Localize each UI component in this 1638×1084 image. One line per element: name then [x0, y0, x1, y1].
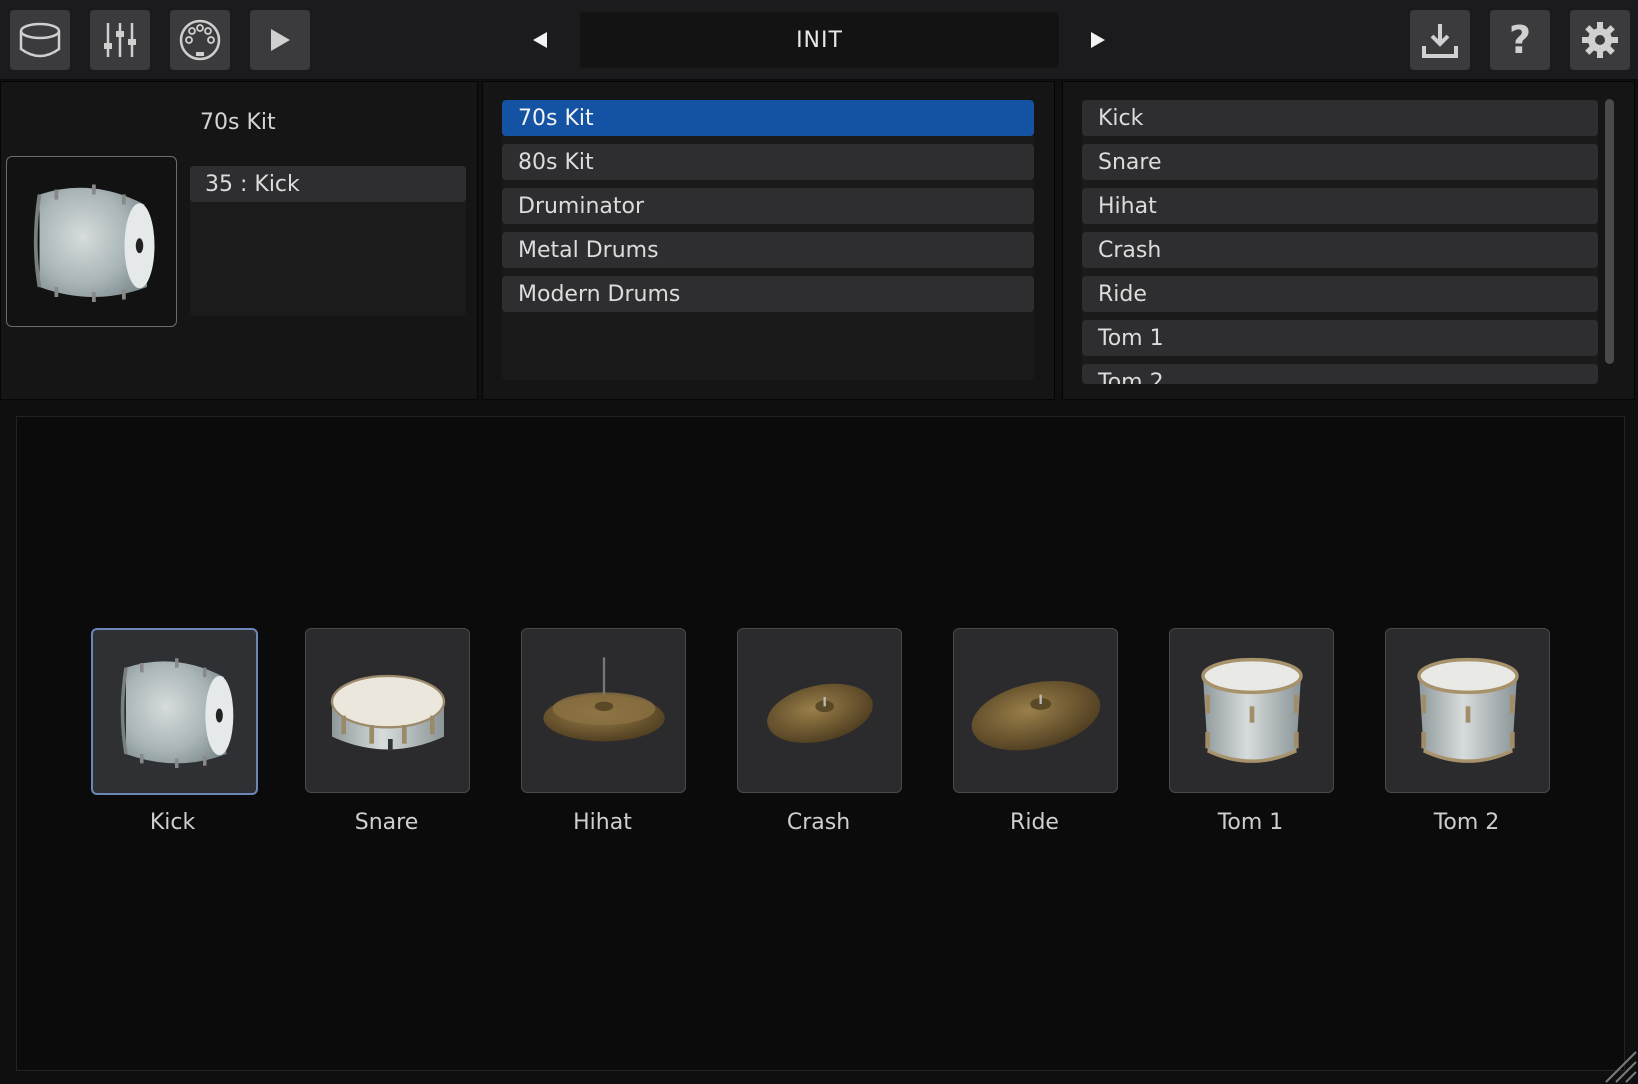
download-button[interactable] — [1410, 10, 1470, 70]
next-preset-button[interactable] — [1080, 22, 1116, 58]
drum-pad-label: Hihat — [573, 810, 632, 835]
snare-drum-image — [318, 641, 458, 781]
preset-name-display[interactable]: INIT — [580, 12, 1059, 68]
kit-list: 70s Kit 80s Kit Druminator Metal Drums M… — [502, 100, 1034, 380]
instrument-item-snare[interactable]: Snare — [1082, 144, 1598, 180]
help-button[interactable]: ? — [1490, 10, 1550, 70]
download-icon — [1422, 24, 1458, 58]
gear-icon — [1582, 22, 1618, 58]
play-button[interactable] — [250, 10, 310, 70]
tom-1-image — [1182, 641, 1322, 781]
kick-drum-image — [105, 642, 245, 782]
toolbar: INIT ? — [0, 0, 1638, 80]
drum-pad-hihat[interactable] — [521, 628, 686, 793]
instrument-list-scrollbar[interactable] — [1605, 99, 1614, 364]
kit-item-modern-drums[interactable]: Modern Drums — [502, 276, 1034, 312]
drum-pad-label: Tom 2 — [1433, 810, 1500, 835]
settings-button[interactable] — [1570, 10, 1630, 70]
drum-icon — [19, 22, 61, 58]
kit-item-70s-kit[interactable]: 70s Kit — [502, 100, 1034, 136]
play-icon — [271, 29, 290, 51]
selected-instrument-thumbnail — [6, 156, 177, 327]
note-mapping-list: 35 : Kick — [190, 166, 466, 316]
previous-preset-button[interactable] — [522, 22, 558, 58]
drum-pad-label: Ride — [1010, 810, 1059, 835]
instrument-item-hihat[interactable]: Hihat — [1082, 188, 1598, 224]
mixer-icon — [104, 23, 136, 57]
instrument-item-ride[interactable]: Ride — [1082, 276, 1598, 312]
kit-item-metal-drums[interactable]: Metal Drums — [502, 232, 1034, 268]
midi-icon — [179, 19, 221, 61]
drum-pad-label: Crash — [786, 810, 851, 835]
drum-pad-crash[interactable] — [737, 628, 902, 793]
kit-item-80s-kit[interactable]: 80s Kit — [502, 144, 1034, 180]
tom-2-image — [1398, 641, 1538, 781]
drum-pad-kick[interactable] — [91, 628, 258, 795]
hihat-image — [534, 641, 674, 781]
drum-pad-label: Tom 1 — [1217, 810, 1284, 835]
drum-pad-tom-1[interactable] — [1169, 628, 1334, 793]
triangle-right-icon — [1091, 32, 1105, 48]
instrument-list: Kick Snare Hihat Crash Ride Tom 1 Tom 2 — [1082, 100, 1598, 384]
drum-pad-snare[interactable] — [305, 628, 470, 793]
resize-handle-icon[interactable] — [1598, 1044, 1638, 1084]
drum-pad-label: Kick — [149, 810, 196, 835]
drum-pad-ride[interactable] — [953, 628, 1118, 793]
kit-view-button[interactable] — [10, 10, 70, 70]
kick-drum-image — [17, 167, 167, 317]
drum-pad-label: Snare — [354, 810, 419, 835]
triangle-left-icon — [533, 32, 547, 48]
instrument-item-crash[interactable]: Crash — [1082, 232, 1598, 268]
instrument-item-kick[interactable]: Kick — [1082, 100, 1598, 136]
midi-button[interactable] — [170, 10, 230, 70]
instrument-item-tom-2[interactable]: Tom 2 — [1082, 364, 1598, 384]
crash-cymbal-image — [750, 641, 890, 781]
mixer-button[interactable] — [90, 10, 150, 70]
drum-pad-tom-2[interactable] — [1385, 628, 1550, 793]
kit-title: 70s Kit — [200, 110, 276, 135]
note-mapping-row[interactable]: 35 : Kick — [190, 166, 466, 202]
instrument-item-tom-1[interactable]: Tom 1 — [1082, 320, 1598, 356]
kit-item-druminator[interactable]: Druminator — [502, 188, 1034, 224]
ride-cymbal-image — [966, 641, 1106, 781]
help-icon: ? — [1508, 18, 1532, 62]
